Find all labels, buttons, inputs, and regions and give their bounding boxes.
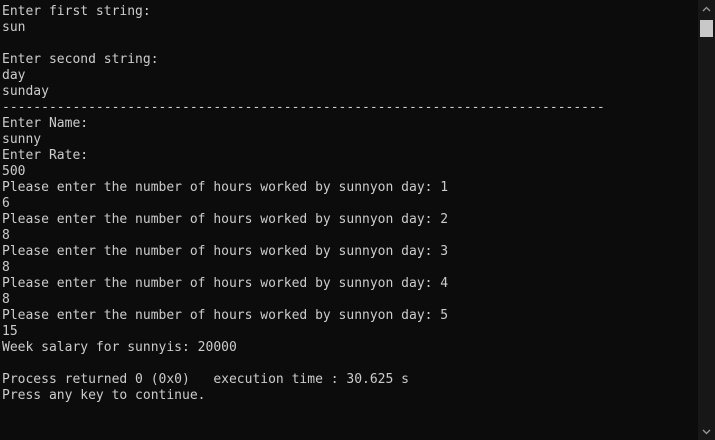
chevron-up-icon	[702, 6, 711, 11]
console-line: 15	[2, 324, 18, 339]
console-line: Please enter the number of hours worked …	[2, 244, 449, 259]
console-line: Please enter the number of hours worked …	[2, 276, 449, 291]
console-line: Enter second string:	[2, 52, 159, 67]
console-line: sun	[2, 20, 26, 35]
console-line: Please enter the number of hours worked …	[2, 212, 449, 227]
scroll-down-button[interactable]	[698, 423, 715, 440]
console-window: Enter first string: sun Enter second str…	[0, 0, 715, 440]
console-line: Enter Rate:	[2, 148, 89, 163]
console-line: day	[2, 68, 26, 83]
chevron-down-icon	[702, 429, 711, 434]
console-line: 8	[2, 292, 10, 307]
console-line: Enter first string:	[2, 4, 151, 19]
console-output[interactable]: Enter first string: sun Enter second str…	[0, 0, 697, 440]
console-line: 500	[2, 164, 26, 179]
scroll-up-button[interactable]	[698, 0, 715, 17]
separator-line: ----------------------------------------…	[2, 100, 605, 115]
console-line: Process returned 0 (0x0) execution time …	[2, 372, 409, 387]
console-line: 8	[2, 260, 10, 275]
console-line: Press any key to continue.	[2, 388, 206, 403]
console-line: 6	[2, 196, 10, 211]
vertical-scrollbar[interactable]	[698, 0, 715, 440]
console-line: Enter Name:	[2, 116, 89, 131]
console-line: sunny	[2, 132, 42, 147]
console-line: Please enter the number of hours worked …	[2, 308, 449, 323]
console-line: Week salary for sunnyis: 20000	[2, 340, 237, 355]
console-line: Please enter the number of hours worked …	[2, 180, 449, 195]
console-line: 8	[2, 228, 10, 243]
console-line: sunday	[2, 84, 49, 99]
scrollbar-thumb[interactable]	[700, 20, 713, 37]
